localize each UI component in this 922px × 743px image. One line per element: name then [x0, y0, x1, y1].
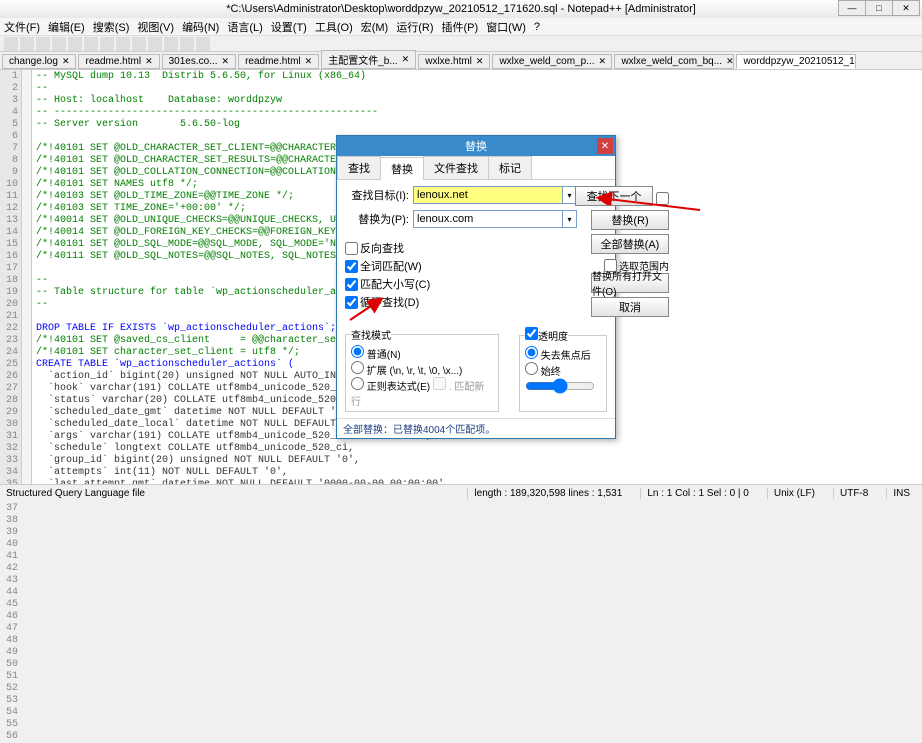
- status-encoding: UTF-8: [833, 488, 874, 499]
- dialog-close-button[interactable]: ✕: [597, 138, 613, 154]
- dialog-tab[interactable]: 文件查找: [423, 156, 489, 179]
- dialog-tabs: 查找替换文件查找标记: [337, 156, 615, 180]
- menu-item[interactable]: 设置(T): [271, 19, 307, 35]
- dialog-tab[interactable]: 替换: [380, 157, 424, 180]
- tab-close-icon[interactable]: ✕: [145, 56, 153, 67]
- tab-close-icon[interactable]: ✕: [222, 56, 230, 67]
- toolbar: [0, 36, 922, 52]
- zoom-in-icon[interactable]: [180, 37, 194, 51]
- tab-close-icon[interactable]: ✕: [599, 56, 607, 67]
- tab-close-icon[interactable]: ✕: [305, 56, 313, 67]
- menu-item[interactable]: ?: [534, 21, 540, 33]
- find-next-button[interactable]: 查找下一个: [575, 186, 653, 206]
- whole-word-option[interactable]: 全词匹配(W): [345, 258, 577, 274]
- status-insert-mode: INS: [886, 488, 916, 499]
- menu-item[interactable]: 搜索(S): [93, 19, 130, 35]
- replace-input[interactable]: [413, 210, 563, 228]
- save-all-icon[interactable]: [52, 37, 66, 51]
- menu-item[interactable]: 视图(V): [137, 19, 174, 35]
- replace-all-button[interactable]: 全部替换(A): [591, 234, 669, 254]
- close-window-button[interactable]: ✕: [892, 0, 920, 16]
- transparency-toggle[interactable]: 透明度: [525, 332, 568, 343]
- dialog-title-text: 替换: [465, 138, 487, 154]
- fold-margin: [22, 70, 32, 499]
- dialog-tab[interactable]: 标记: [488, 156, 532, 179]
- copy-icon[interactable]: [84, 37, 98, 51]
- window-title-bar: *C:\Users\Administrator\Desktop\worddpzy…: [0, 0, 922, 18]
- document-tab[interactable]: 主配置文件_b...✕: [321, 50, 416, 69]
- replace-result-message: 全部替换：已替换4004个匹配项。: [337, 418, 615, 438]
- search-mode-legend: 查找模式: [351, 327, 391, 342]
- new-file-icon[interactable]: [4, 37, 18, 51]
- tab-close-icon[interactable]: ✕: [62, 56, 70, 67]
- mode-extended[interactable]: 扩展 (\n, \r, \t, \0, \x...): [351, 366, 462, 377]
- dialog-tab[interactable]: 查找: [337, 156, 381, 179]
- find-input[interactable]: [413, 186, 563, 204]
- menu-item[interactable]: 文件(F): [4, 19, 40, 35]
- document-tab[interactable]: readme.html✕: [78, 54, 159, 69]
- backward-option[interactable]: 反向查找: [345, 240, 577, 256]
- tab-close-icon[interactable]: ✕: [726, 56, 734, 67]
- document-tab[interactable]: wxlxe_weld_com_p...✕: [492, 54, 612, 69]
- undo-icon[interactable]: [116, 37, 130, 51]
- menu-item[interactable]: 插件(P): [442, 19, 479, 35]
- replace-icon[interactable]: [164, 37, 178, 51]
- status-filetype: Structured Query Language file: [6, 488, 467, 499]
- status-bar: Structured Query Language file length : …: [0, 484, 922, 502]
- find-next-chk[interactable]: [656, 192, 669, 205]
- replace-button[interactable]: 替换(R): [591, 210, 669, 230]
- transparency-slider[interactable]: [525, 378, 595, 394]
- mode-regex[interactable]: 正则表达式(E): [351, 382, 430, 393]
- replace-label: 替换为(P):: [345, 211, 409, 227]
- zoom-out-icon[interactable]: [196, 37, 210, 51]
- cancel-button[interactable]: 取消: [591, 297, 669, 317]
- tab-close-icon[interactable]: ✕: [402, 54, 410, 65]
- document-tab[interactable]: wxlxe.html✕: [418, 54, 490, 69]
- redo-icon[interactable]: [132, 37, 146, 51]
- status-eol: Unix (LF): [767, 488, 821, 499]
- trans-on-lose[interactable]: 失去焦点后: [525, 351, 591, 362]
- document-tab-strip: change.log✕readme.html✕301es.co...✕readm…: [0, 52, 922, 70]
- menu-item[interactable]: 窗口(W): [486, 19, 526, 35]
- document-tab[interactable]: change.log✕: [2, 54, 76, 69]
- menu-item[interactable]: 语言(L): [227, 19, 262, 35]
- minimize-button[interactable]: —: [838, 0, 866, 16]
- menu-item[interactable]: 宏(M): [361, 19, 389, 35]
- replace-history-dropdown[interactable]: ▾: [563, 210, 577, 228]
- open-icon[interactable]: [20, 37, 34, 51]
- paste-icon[interactable]: [100, 37, 114, 51]
- status-length: length : 189,320,598 lines : 1,531: [467, 488, 628, 499]
- menu-item[interactable]: 运行(R): [396, 19, 433, 35]
- menu-item[interactable]: 编码(N): [182, 19, 219, 35]
- menu-item[interactable]: 编辑(E): [48, 19, 85, 35]
- trans-always[interactable]: 始终: [525, 367, 561, 378]
- wrap-option[interactable]: 循环查找(D): [345, 294, 577, 310]
- dialog-body: 查找目标(I): ▾ 替换为(P): ▾ 反向查找 全词匹配(W) 匹配大小写(…: [337, 180, 615, 418]
- line-number-gutter: 1234567891011121314151617181920212223242…: [0, 70, 22, 499]
- document-tab[interactable]: 301es.co...✕: [162, 54, 236, 69]
- document-tab[interactable]: worddpzyw_20210512_171620.sql✕: [736, 54, 856, 69]
- cut-icon[interactable]: [68, 37, 82, 51]
- find-icon[interactable]: [148, 37, 162, 51]
- replace-dialog: 替换 ✕ 查找替换文件查找标记 查找目标(I): ▾ 替换为(P): ▾ 反向查…: [336, 135, 616, 439]
- maximize-button[interactable]: □: [865, 0, 893, 16]
- replace-in-open-files-button[interactable]: 替换所有打开文件(O): [591, 273, 669, 293]
- tab-close-icon[interactable]: ✕: [476, 56, 484, 67]
- status-position: Ln : 1 Col : 1 Sel : 0 | 0: [640, 488, 755, 499]
- dialog-title-bar[interactable]: 替换 ✕: [337, 136, 615, 156]
- document-tab[interactable]: wxlxe_weld_com_bq...✕: [614, 54, 734, 69]
- save-icon[interactable]: [36, 37, 50, 51]
- mode-normal[interactable]: 普通(N): [351, 350, 401, 361]
- match-case-option[interactable]: 匹配大小写(C): [345, 276, 577, 292]
- find-label: 查找目标(I):: [345, 187, 409, 203]
- menu-item[interactable]: 工具(O): [315, 19, 353, 35]
- window-title: *C:\Users\Administrator\Desktop\worddpzy…: [4, 3, 918, 15]
- document-tab[interactable]: readme.html✕: [238, 54, 319, 69]
- menu-bar: 文件(F) 编辑(E) 搜索(S) 视图(V) 编码(N) 语言(L) 设置(T) 工具(O)…: [0, 18, 922, 36]
